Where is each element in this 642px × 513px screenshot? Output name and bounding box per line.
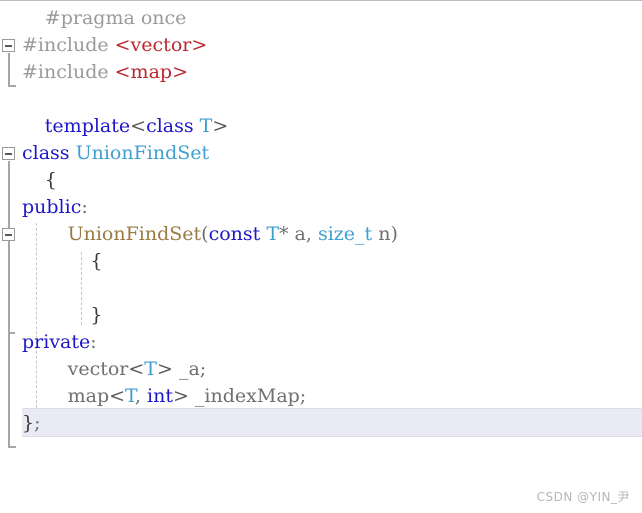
code-editor: #pragma once #include <vector> #include <m… [0, 0, 642, 513]
fold-region-end [8, 85, 16, 87]
folding-margin[interactable] [0, 1, 22, 513]
code-line[interactable]: map<T, int> _indexMap; [68, 383, 307, 410]
code-token: ; [34, 412, 41, 434]
code-token: } [22, 412, 35, 434]
code-token: int [147, 385, 173, 407]
code-token: { [90, 250, 103, 272]
code-token: T [144, 358, 157, 380]
code-token: * a, [279, 223, 318, 245]
code-token: _indexMap; [188, 385, 307, 407]
code-line[interactable]: public: [22, 194, 88, 221]
code-token: const [208, 223, 261, 245]
fold-collapse-icon[interactable] [2, 147, 15, 160]
code-token: class [146, 115, 194, 137]
fold-region-line [8, 242, 10, 333]
code-token: <map> [114, 61, 188, 83]
code-token: T [266, 223, 280, 245]
code-line[interactable]: UnionFindSet(const T* a, size_t n) [68, 221, 398, 248]
code-token: : [90, 331, 97, 353]
code-line[interactable]: { [90, 248, 102, 275]
code-token: } [90, 304, 103, 326]
code-token: n) [372, 223, 398, 245]
code-token: < [128, 358, 145, 380]
code-token: T [199, 115, 213, 137]
code-token: < [109, 385, 126, 407]
fold-region-end [8, 446, 16, 448]
fold-collapse-icon[interactable] [2, 39, 15, 52]
code-line[interactable]: template<class T> [45, 113, 228, 140]
code-token: private [22, 331, 91, 353]
code-line[interactable]: #include <map> [22, 59, 188, 86]
code-token: { [44, 169, 57, 191]
code-line[interactable]: vector<T> _a; [68, 356, 207, 383]
code-line[interactable]: { [45, 167, 57, 194]
code-token: UnionFindSet [67, 223, 202, 245]
code-token: T [125, 385, 135, 407]
code-line[interactable]: #pragma once [45, 5, 187, 32]
fold-region-line [8, 53, 10, 86]
code-token: _a; [172, 358, 207, 380]
code-token: vector [67, 358, 129, 380]
code-token: <vector> [114, 34, 208, 56]
code-text-area[interactable]: #pragma once #include <vector> #include <m… [22, 1, 642, 513]
csdn-watermark: CSDN @YIN_尹 [536, 490, 630, 504]
current-line-highlight [22, 408, 642, 437]
code-token: template [44, 115, 131, 137]
code-token: public [22, 196, 82, 218]
code-token: #pragma once [44, 7, 187, 29]
indent-guide [81, 252, 83, 325]
fold-collapse-icon[interactable] [2, 228, 15, 241]
code-line[interactable]: private: [22, 329, 97, 356]
code-token: > [156, 358, 173, 380]
code-token: , [134, 385, 148, 407]
code-token: > [212, 115, 229, 137]
code-line[interactable]: } [90, 302, 102, 329]
code-token: size_t [317, 223, 373, 245]
code-token: UnionFindSet [75, 142, 210, 164]
code-line[interactable]: class UnionFindSet [22, 140, 209, 167]
code-token: class [22, 142, 70, 164]
code-line[interactable]: }; [22, 410, 41, 437]
code-token: #include [22, 61, 115, 83]
code-token: #include [22, 34, 115, 56]
code-token: : [81, 196, 88, 218]
code-token: map [67, 385, 110, 407]
code-line[interactable]: #include <vector> [22, 32, 207, 59]
code-token: > [172, 385, 189, 407]
code-token: ( [201, 223, 209, 245]
fold-region-end [8, 332, 15, 334]
code-token: < [130, 115, 147, 137]
